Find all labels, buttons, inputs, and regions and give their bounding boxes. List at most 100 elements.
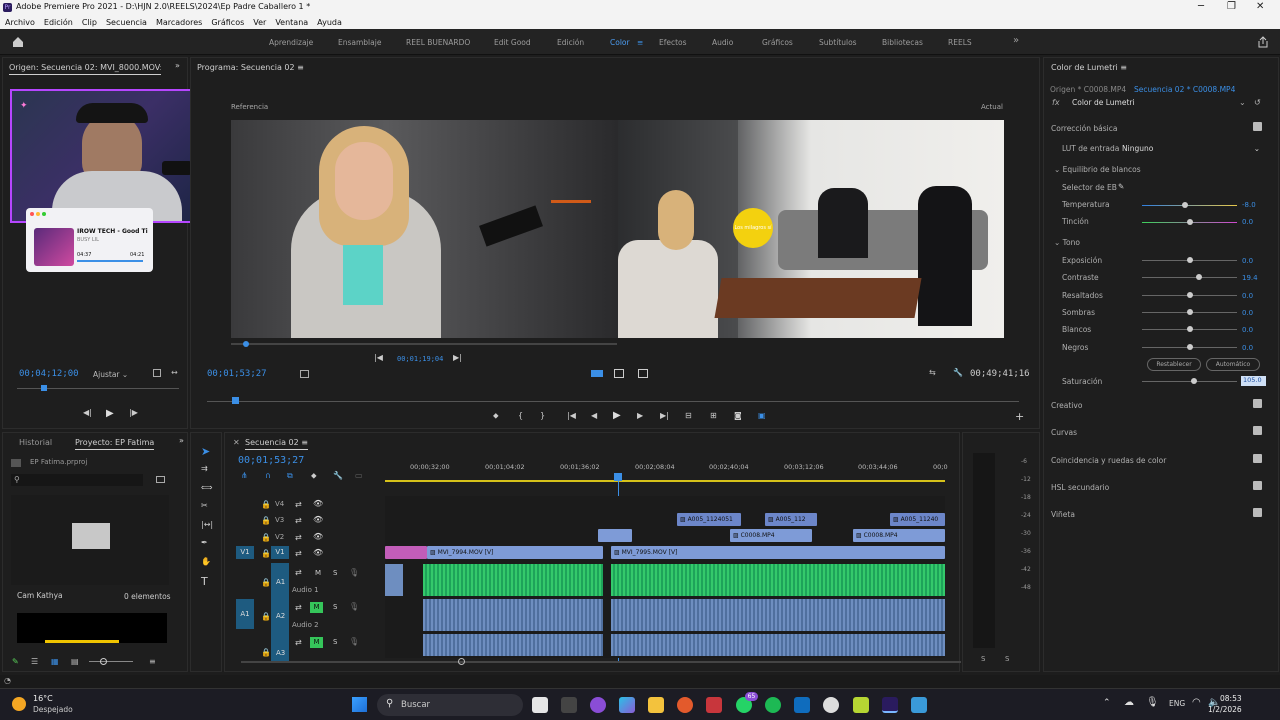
lut-dropdown[interactable]: Ninguno ⌄ — [1122, 144, 1260, 153]
lock-icon[interactable]: 🔒 — [261, 516, 271, 525]
marker-icon[interactable]: ⬥ — [311, 471, 317, 481]
audio-clip-a1[interactable] — [611, 564, 945, 596]
slip-tool-icon[interactable]: |↔| — [201, 520, 213, 529]
program-timecode[interactable]: 00;01;53;27 — [207, 369, 267, 379]
timeline-timecode[interactable]: 00;01;53;27 — [238, 455, 304, 466]
captions-icon[interactable]: ▭ — [355, 471, 363, 480]
outlook-icon[interactable] — [794, 697, 810, 713]
ripple-edit-tool-icon[interactable]: ⟺ — [201, 483, 212, 492]
settings-icon[interactable] — [153, 369, 161, 377]
menu-ventana[interactable]: Ventana — [275, 18, 308, 27]
program-playhead[interactable] — [232, 397, 239, 404]
selection-tool-icon[interactable]: ➤ — [201, 445, 210, 458]
tone-slider-value[interactable]: 0.0 — [1242, 292, 1253, 300]
project-tab[interactable]: Proyecto: EP Fatima — [75, 438, 155, 450]
list-view-icon[interactable]: ☰ — [31, 657, 38, 666]
tone-slider-knob[interactable] — [1196, 274, 1202, 281]
history-tab[interactable]: Historial — [19, 438, 52, 447]
workspace-tab-reels[interactable]: REELS — [948, 38, 972, 47]
lock-icon[interactable]: 🔒 — [261, 533, 271, 542]
source-patch-v1[interactable]: V1 — [236, 546, 254, 559]
file-explorer-icon[interactable] — [648, 697, 664, 713]
tone-header[interactable]: ⌄ Tono — [1054, 238, 1080, 247]
comparison-toggle-icon[interactable]: ▣ — [758, 411, 766, 420]
go-to-out-icon[interactable]: ▶| — [660, 411, 669, 420]
hand-tool-icon[interactable]: ✋ — [201, 557, 211, 566]
workspace-tab-edicion[interactable]: Edición — [557, 38, 584, 47]
type-tool-icon[interactable]: T — [201, 575, 208, 588]
menu-archivo[interactable]: Archivo — [5, 18, 35, 27]
horizontal-split-icon[interactable] — [638, 369, 648, 378]
eye-icon[interactable]: 👁 — [313, 548, 323, 557]
sync-lock-icon[interactable]: ⇄ — [295, 549, 302, 558]
program-scrub-bar[interactable] — [207, 401, 1019, 402]
workspace-tab-reel-buenardo[interactable]: REEL BUENARDO — [406, 38, 470, 47]
effect-dropdown-icon[interactable]: ⌄ — [1239, 98, 1246, 107]
vignette-checkbox[interactable] — [1253, 508, 1262, 517]
weather-temp[interactable]: 16°C — [33, 694, 53, 703]
tint-slider[interactable] — [1142, 219, 1237, 225]
clip-v2-c0008[interactable]: ▨ C0008.MP4 — [853, 529, 945, 542]
workspace-tab-ensamblaje[interactable]: Ensamblaje — [338, 38, 381, 47]
tone-slider-knob[interactable] — [1186, 326, 1193, 333]
tone-slider[interactable] — [1142, 326, 1237, 333]
eye-icon[interactable]: 👁 — [313, 499, 323, 508]
source-playhead[interactable] — [41, 385, 47, 391]
zoom-slider-knob[interactable] — [100, 658, 107, 665]
sync-lock-icon[interactable]: ⇄ — [295, 638, 302, 647]
lumetri-sequence[interactable]: Secuencia 02 * C0008.MP4 — [1134, 85, 1235, 94]
source-timecode[interactable]: 00;04;12;00 — [19, 369, 79, 379]
lock-icon[interactable]: 🔒 — [261, 549, 271, 558]
wrench-icon[interactable]: 🔧 — [953, 368, 963, 377]
solo-button[interactable]: S — [333, 569, 337, 577]
show-hidden-icons[interactable]: ⌃ — [1103, 698, 1111, 708]
audio-clip-a2[interactable] — [611, 599, 945, 631]
sequence-tab[interactable]: Secuencia 02 ≡ — [245, 438, 308, 450]
workspace-tab-subtitulos[interactable]: Subtítulos — [819, 38, 857, 47]
onedrive-icon[interactable]: ☁ — [1124, 697, 1134, 708]
basic-correction-header[interactable]: Corrección básica — [1051, 124, 1117, 133]
tone-slider-knob[interactable] — [1186, 257, 1193, 263]
section-curves[interactable]: Curvas — [1051, 428, 1077, 437]
lumetri-effect-name[interactable]: Color de Lumetri — [1072, 98, 1135, 107]
track-label-v1[interactable]: V1 — [271, 546, 289, 559]
tone-slider-value[interactable]: 0.0 — [1242, 257, 1253, 265]
source-tab[interactable]: Origen: Secuencia 02: MVI_8000.MOV: 00;4… — [9, 63, 161, 75]
clip-v2-c0008[interactable]: ▨ C0008.MP4 — [730, 529, 812, 542]
app-icon[interactable] — [561, 697, 577, 713]
timeline-zoom-handle[interactable] — [458, 658, 465, 665]
voiceover-mic-icon[interactable]: 🎙 — [349, 637, 359, 646]
auto-button[interactable]: Automático — [1206, 358, 1260, 371]
browser-icon[interactable] — [677, 697, 693, 713]
workspace-tab-edit-good[interactable]: Edit Good — [494, 38, 531, 47]
section-color-wheels[interactable]: Coincidencia y ruedas de color — [1051, 456, 1166, 465]
play-button[interactable]: ▶ — [106, 408, 114, 419]
timeline-wrench-icon[interactable]: 🔧 — [333, 471, 343, 480]
freeform-view-icon[interactable]: ▤ — [71, 657, 79, 666]
track-select-tool-icon[interactable]: ⇉ — [201, 464, 208, 473]
meter-solo-left[interactable]: S — [981, 655, 985, 663]
clip-v1-mvi7995[interactable]: ▨ MVI_7995.MOV [V] — [611, 546, 945, 559]
sort-icon[interactable]: ≡ — [149, 657, 156, 666]
share-icon[interactable] — [1257, 36, 1269, 48]
eye-icon[interactable]: 👁 — [313, 515, 323, 524]
app-icon[interactable] — [823, 697, 839, 713]
wifi-icon[interactable]: ◠ — [1192, 697, 1201, 708]
close-button[interactable]: ✕ — [1256, 1, 1264, 12]
workspace-tab-aprendizaje[interactable]: Aprendizaje — [269, 38, 313, 47]
audio-clip-a3[interactable] — [423, 634, 603, 656]
project-search-input[interactable] — [11, 474, 143, 486]
color-wheels-checkbox[interactable] — [1253, 454, 1262, 463]
workspace-menu-icon[interactable]: ≡ — [637, 38, 643, 47]
panel-more-icon[interactable]: » — [175, 61, 180, 70]
pencil-icon[interactable]: ✎ — [12, 657, 19, 666]
maximize-button[interactable]: ❐ — [1227, 1, 1236, 12]
tone-slider[interactable] — [1142, 343, 1237, 350]
language-indicator[interactable]: ENG — [1169, 699, 1185, 708]
home-icon[interactable] — [12, 36, 24, 48]
step-forward-icon[interactable]: |▶ — [129, 408, 138, 417]
eye-icon[interactable]: 👁 — [313, 532, 323, 541]
hsl-checkbox[interactable] — [1253, 481, 1262, 490]
timeline-scrollbar[interactable] — [241, 661, 961, 663]
temperature-slider-knob[interactable] — [1181, 202, 1188, 208]
